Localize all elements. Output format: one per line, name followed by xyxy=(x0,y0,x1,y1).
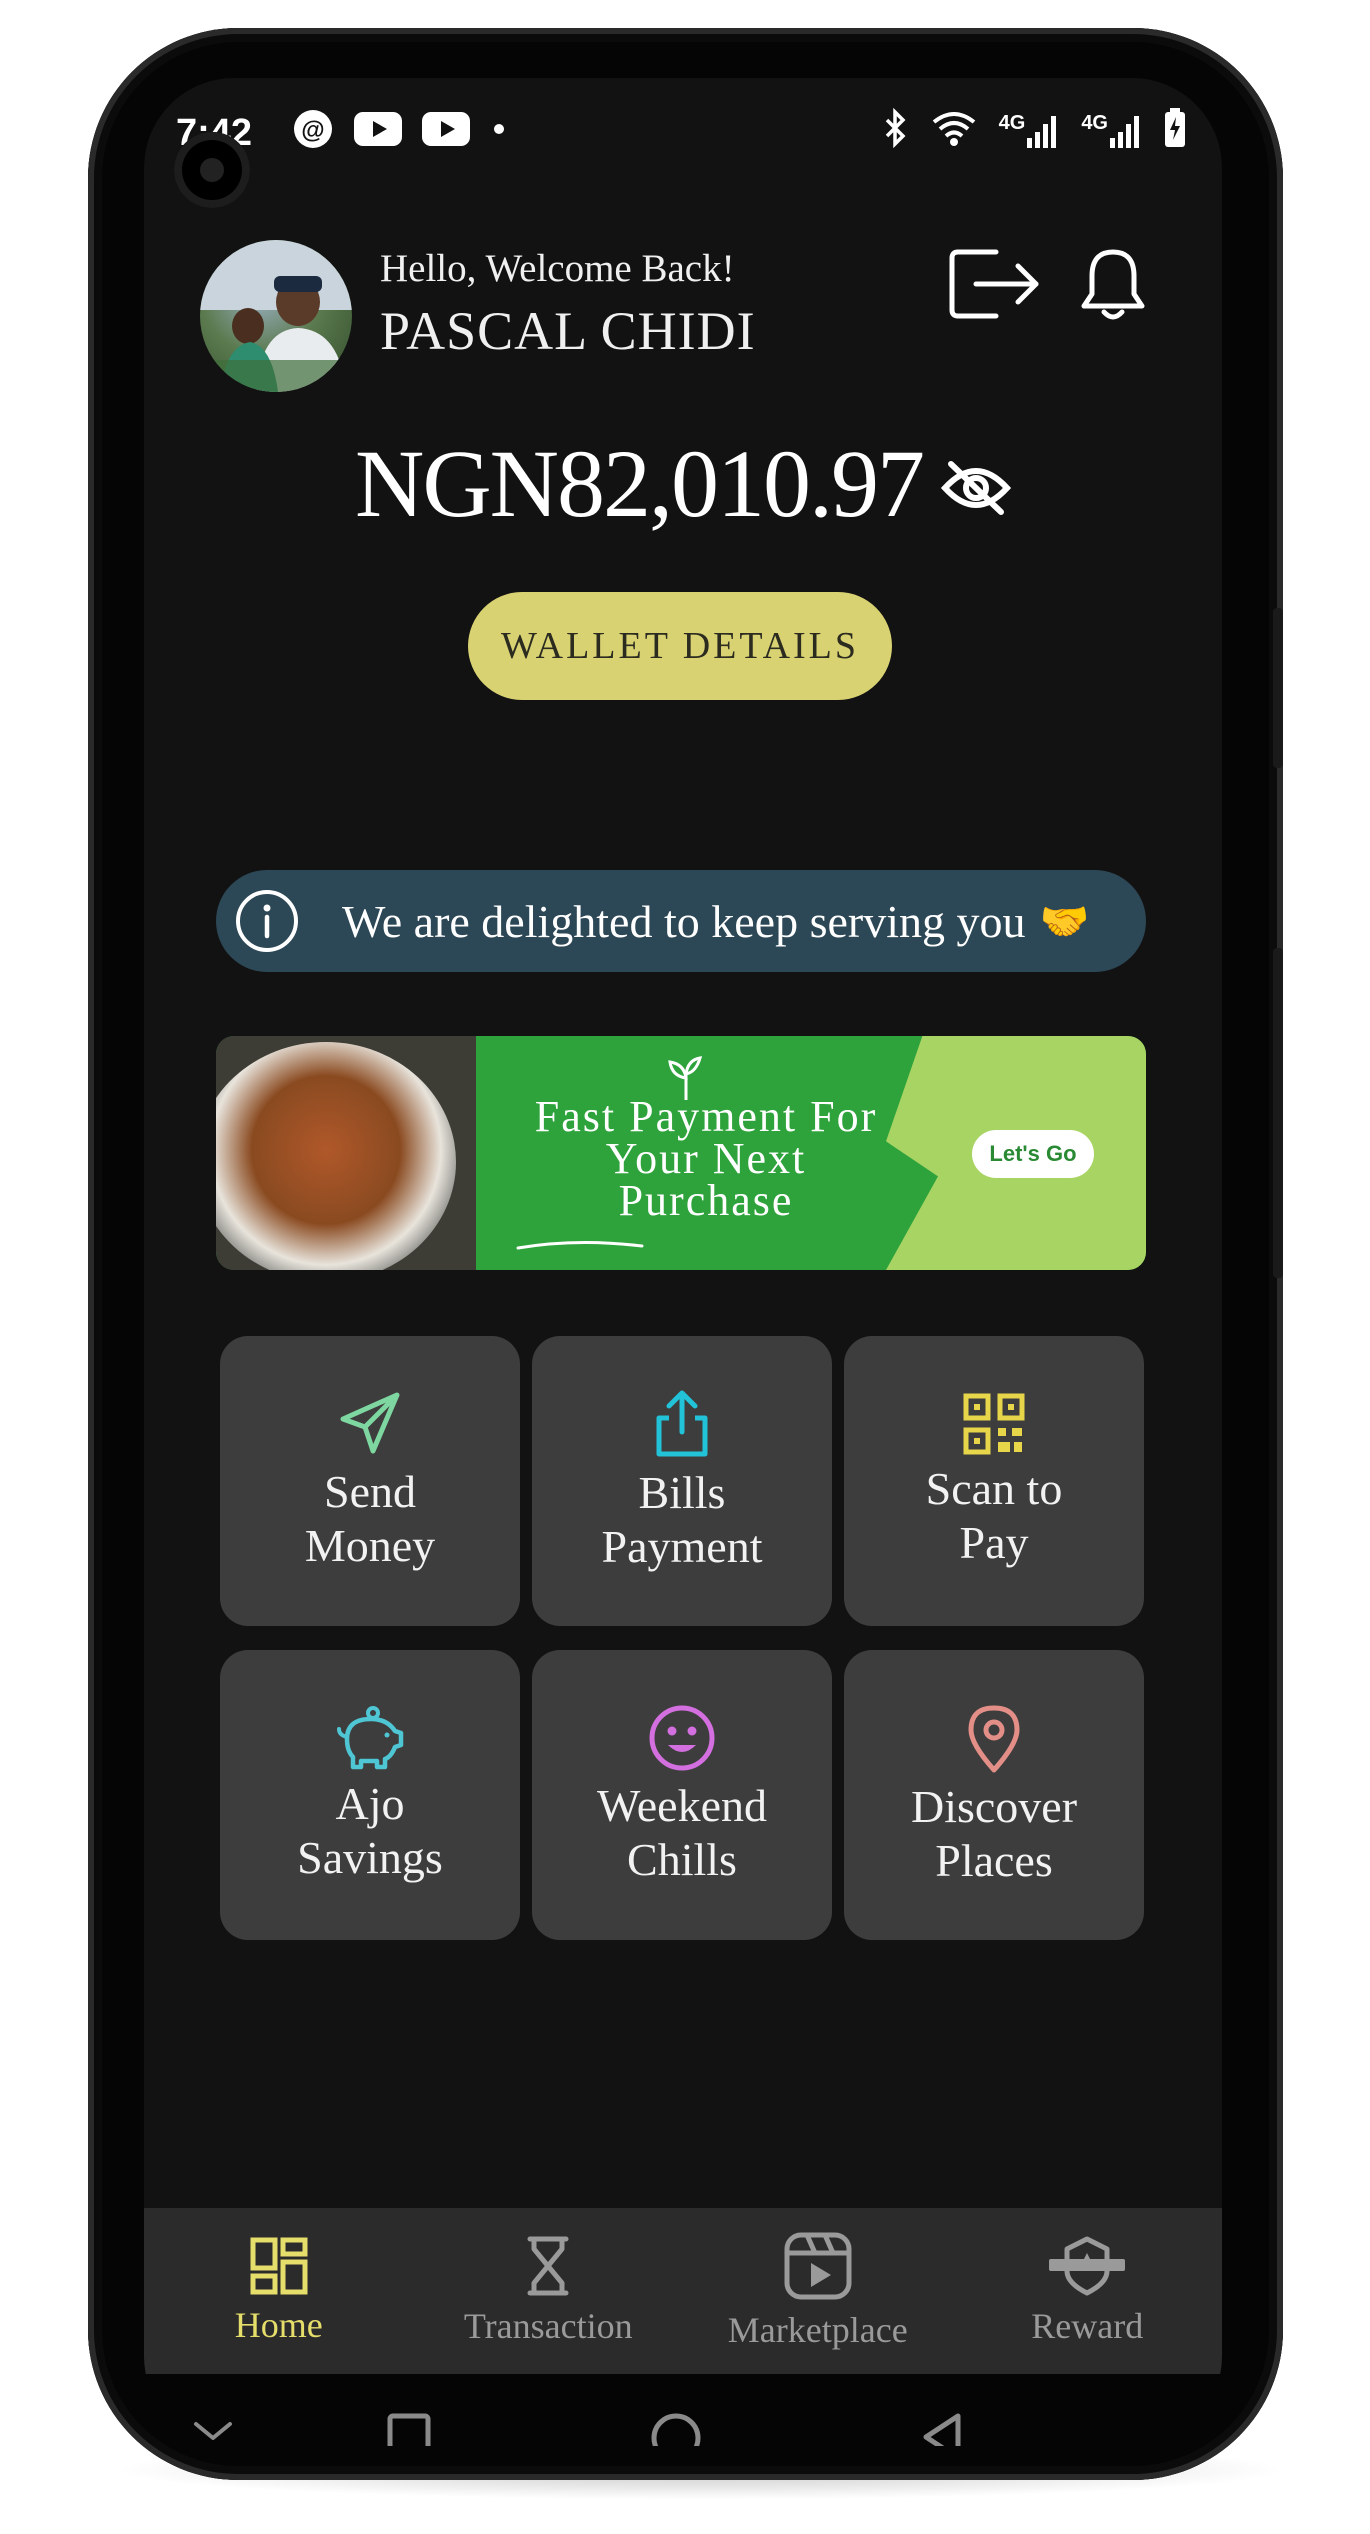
nav-label: Reward xyxy=(1031,2306,1144,2346)
hourglass-icon xyxy=(527,2236,569,2296)
badge-icon xyxy=(1049,2236,1126,2296)
avatar[interactable] xyxy=(200,240,352,392)
hide-balance-button[interactable] xyxy=(940,428,1012,539)
nav-reward[interactable]: Reward xyxy=(953,2208,1223,2374)
dot-icon xyxy=(490,120,508,143)
bottom-navigation: Home Transaction Marketplace Reward xyxy=(144,2208,1222,2374)
tile-label: Scan to Pay xyxy=(925,1463,1063,1568)
youtube-icon xyxy=(422,112,470,151)
volume-button xyxy=(1273,948,1283,1278)
system-navigation-bar xyxy=(144,2374,1222,2446)
ajo-savings-tile[interactable]: Ajo Savings xyxy=(220,1650,520,1940)
square-icon xyxy=(387,2413,431,2446)
promo-banner[interactable]: Fast Payment For Your Next Purchase Let'… xyxy=(216,1036,1146,1270)
banner-title: Fast Payment For Your Next Purchase xyxy=(534,1092,878,1225)
logout-icon xyxy=(949,249,1039,319)
circle-icon xyxy=(651,2413,701,2446)
nav-label: Transaction xyxy=(463,2306,633,2346)
user-name: PASCAL CHIDI xyxy=(380,301,756,361)
notice-banner: We are delighted to keep serving you 🤝 xyxy=(216,870,1146,972)
tile-label: Send Money xyxy=(304,1466,436,1571)
tile-label: Discover Places xyxy=(910,1781,1078,1886)
youtube-icon xyxy=(354,112,402,151)
back-button[interactable] xyxy=(918,2410,968,2446)
location-pin-icon xyxy=(968,1705,1020,1773)
notifications-button[interactable] xyxy=(1078,244,1148,329)
svg-text:@: @ xyxy=(301,117,324,144)
notice-text: We are delighted to keep serving you xyxy=(342,895,1026,947)
front-camera xyxy=(174,132,250,208)
battery-charging-icon xyxy=(1164,108,1186,153)
dashboard-icon xyxy=(250,2237,308,2295)
nav-label: Home xyxy=(234,2305,323,2345)
balance-amount: NGN82,010.97 xyxy=(355,430,925,537)
threads-icon: @ xyxy=(292,108,334,155)
status-right-icons: 4G 4G xyxy=(883,107,1186,153)
nav-marketplace[interactable]: Marketplace xyxy=(683,2208,953,2374)
info-icon xyxy=(232,888,302,954)
smiley-icon xyxy=(649,1705,715,1771)
bills-payment-tile[interactable]: Bills Payment xyxy=(532,1336,832,1626)
quick-actions-grid: Send Money Bills Payment Scan to Pay Ajo… xyxy=(220,1336,1144,1940)
tile-label: Weekend Chills xyxy=(597,1780,767,1885)
greeting-text: Hello, Welcome Back! xyxy=(380,247,735,290)
lets-go-button[interactable]: Let's Go xyxy=(972,1130,1094,1178)
home-button[interactable] xyxy=(648,2410,704,2446)
network-label: 4G xyxy=(998,111,1026,134)
nav-transaction[interactable]: Transaction xyxy=(414,2208,684,2374)
nav-label: Marketplace xyxy=(727,2310,908,2350)
recents-button[interactable] xyxy=(384,2410,434,2446)
qr-code-icon xyxy=(963,1393,1025,1455)
4g-signal-icon: 4G xyxy=(999,112,1060,150)
tile-label: Ajo Savings xyxy=(297,1778,443,1883)
wallet-details-button[interactable]: WALLET DETAILS xyxy=(468,592,892,700)
status-bar: 7:42 @ 4G xyxy=(144,78,1222,208)
network-label: 4G xyxy=(1081,111,1108,134)
chevron-down-icon xyxy=(194,2422,232,2440)
tile-label: Bills Payment xyxy=(601,1467,763,1572)
bell-icon xyxy=(1081,249,1145,320)
triangle-back-icon xyxy=(923,2413,961,2446)
app-screen: 7:42 @ 4G xyxy=(144,78,1222,2446)
eye-off-icon xyxy=(940,461,1012,515)
wifi-icon xyxy=(931,109,977,152)
power-button xyxy=(1273,608,1283,768)
handshake-emoji: 🤝 xyxy=(1039,898,1090,944)
discover-places-tile[interactable]: Discover Places xyxy=(844,1650,1144,1940)
nav-home[interactable]: Home xyxy=(144,2208,414,2374)
status-left-icons: @ xyxy=(292,108,508,155)
scan-to-pay-tile[interactable]: Scan to Pay xyxy=(844,1336,1144,1626)
send-icon xyxy=(340,1392,400,1454)
video-reel-icon xyxy=(784,2232,852,2300)
collapse-keyboard-button[interactable] xyxy=(188,2410,238,2446)
balance-section: NGN82,010.97 xyxy=(144,428,1222,539)
swoosh-decoration xyxy=(516,1240,644,1250)
4g-signal-icon: 4G xyxy=(1081,112,1142,150)
weekend-chills-tile[interactable]: Weekend Chills xyxy=(532,1650,832,1940)
logout-button[interactable] xyxy=(948,246,1044,327)
share-upload-icon xyxy=(656,1390,708,1457)
bluetooth-icon xyxy=(883,107,909,153)
send-money-tile[interactable]: Send Money xyxy=(220,1336,520,1626)
piggy-bank-icon xyxy=(337,1706,404,1770)
